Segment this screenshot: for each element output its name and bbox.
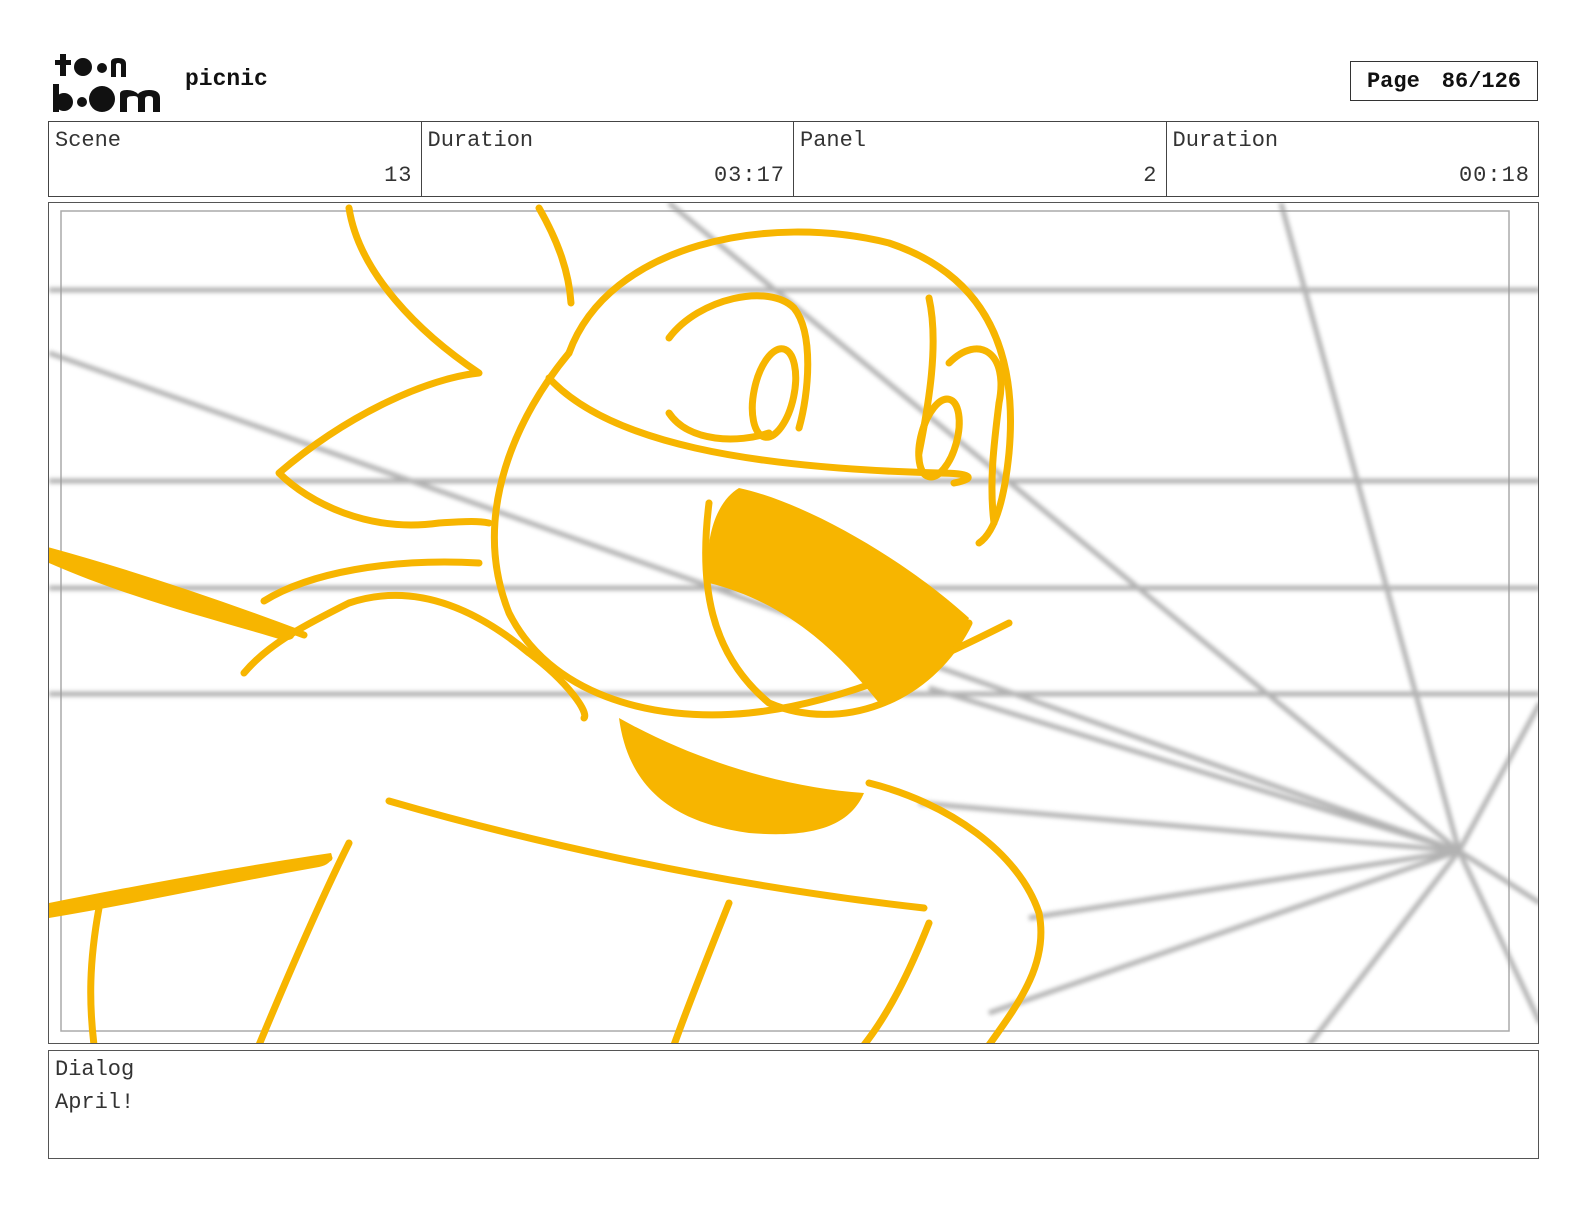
panel-duration-cell: Duration 00:18 [1167,122,1539,196]
panel-duration-value: 00:18 [1458,163,1530,188]
panel-sketch [49,203,1538,1043]
page-indicator: Page 86/126 [1350,61,1538,101]
panel-cell: Panel 2 [794,122,1167,196]
toonboom-logo [53,54,160,112]
dialog-text: April! [55,1090,135,1115]
scene-duration-label: Duration [427,128,534,153]
scene-duration-value: 03:17 [713,163,785,188]
page-number: 86/126 [1441,68,1522,94]
panel-label: Panel [800,128,867,153]
scene-value: 13 [384,163,413,188]
project-title: picnic [185,66,268,92]
dialog-label: Dialog [55,1057,135,1082]
panel-duration-label: Duration [1172,128,1279,153]
scene-label: Scene [55,128,122,153]
panel-value: 2 [1143,163,1158,188]
sketch-fills [49,488,969,918]
storyboard-panel [48,202,1539,1044]
panel-info-row: Scene 13 Duration 03:17 Panel 2 Duration… [48,121,1539,197]
dialog-box: Dialog April! [48,1050,1539,1159]
scene-cell: Scene 13 [49,122,422,196]
page-label: Page [1366,68,1420,94]
scene-duration-cell: Duration 03:17 [422,122,794,196]
